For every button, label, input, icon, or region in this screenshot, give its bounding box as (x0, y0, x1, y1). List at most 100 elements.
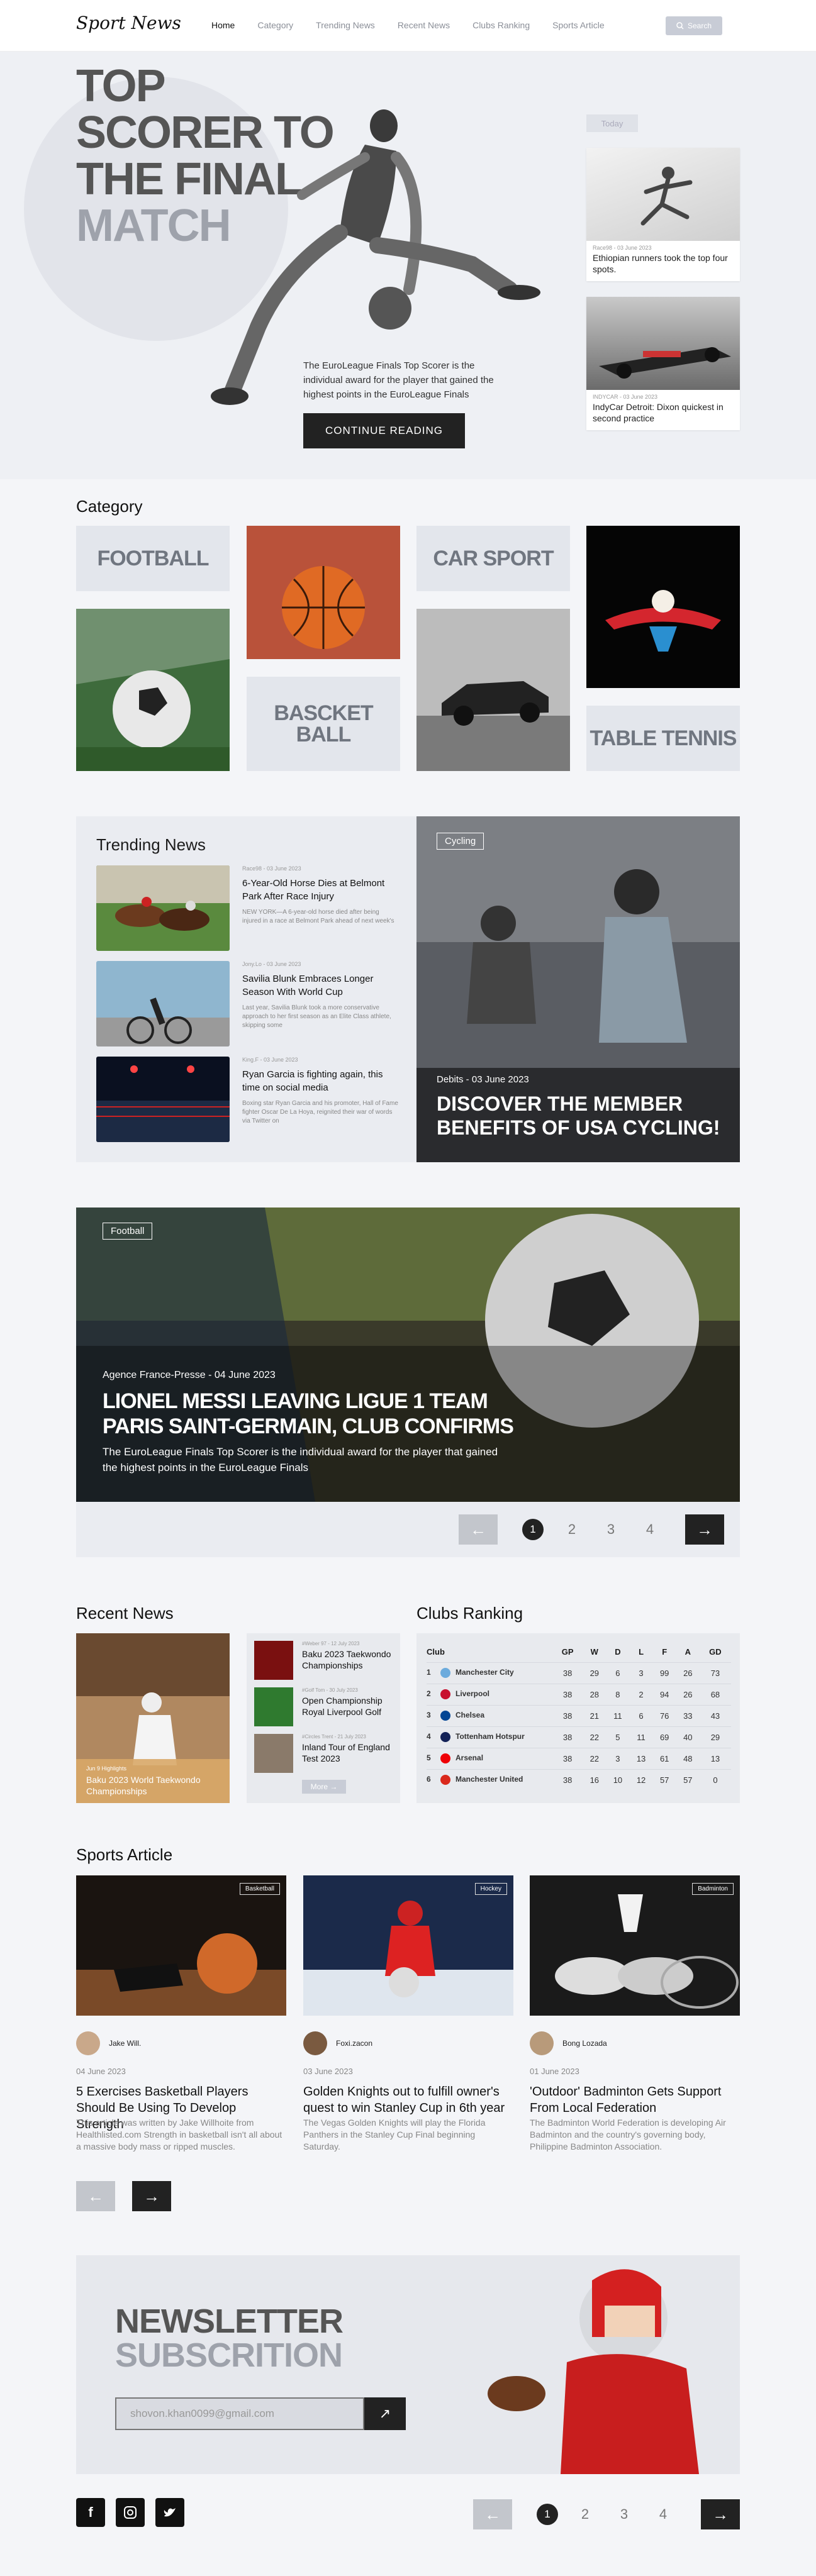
messi-feature-card[interactable]: Football Agence France-Presse - 04 June … (76, 1208, 740, 1502)
page-1[interactable]: 1 (522, 1519, 544, 1540)
club-crest-icon (440, 1732, 450, 1742)
instagram-icon[interactable] (116, 2498, 145, 2527)
basketball-image[interactable] (247, 526, 400, 659)
nav-link-trending[interactable]: Trending News (316, 20, 375, 30)
club-name: Manchester United (456, 1775, 523, 1784)
prev-arrow-button[interactable]: ← (459, 1514, 498, 1545)
club-stat: 99 (652, 1662, 676, 1684)
club-row[interactable]: 5 Arsenal 38 22 3 13 61 48 13 (427, 1747, 731, 1769)
footer-page-4[interactable]: 4 (652, 2504, 674, 2525)
footer-next-button[interactable]: → (701, 2499, 740, 2529)
club-crest-icon (440, 1711, 450, 1721)
facebook-icon[interactable]: f (76, 2498, 105, 2527)
article-desc: The Badminton World Federation is develo… (530, 2118, 726, 2151)
football-player-image (488, 2269, 699, 2474)
recent-big-card[interactable]: Jun 9 Highlights Baku 2023 World Taekwon… (76, 1633, 230, 1803)
cycling-tag: Cycling (437, 833, 484, 850)
club-stat: 38 (552, 1768, 583, 1790)
club-crest-icon (440, 1775, 450, 1785)
club-stat: 2 (629, 1683, 653, 1705)
nav-link-clubs[interactable]: Clubs Ranking (472, 20, 530, 30)
club-row[interactable]: 6 Manchester United 38 16 10 12 57 57 0 (427, 1768, 731, 1790)
club-crest-icon (440, 1689, 450, 1699)
club-stat: 0 (699, 1768, 731, 1790)
recent-item[interactable]: #Golf Tom - 30 July 2023 Open Championshi… (254, 1687, 398, 1728)
article-date: 03 June 2023 (303, 2067, 353, 2076)
side-news-card[interactable]: INDYCAR - 03 June 2023 IndyCar Detroit: … (586, 297, 740, 430)
subscribe-arrow-button[interactable]: ↗ (364, 2397, 406, 2430)
club-stat: 12 (629, 1768, 653, 1790)
author-avatar (303, 2031, 327, 2055)
article-date: 01 June 2023 (530, 2067, 579, 2076)
trending-item[interactable]: King.F - 03 June 2023 Ryan Garcia is fig… (96, 1057, 405, 1145)
next-arrow-button[interactable]: → (685, 1514, 724, 1545)
recent-thumb (254, 1687, 293, 1726)
category-basketball[interactable]: BASCKET BALL (247, 677, 400, 771)
col-w: W (590, 1647, 598, 1657)
boxing-ring-image (96, 1057, 230, 1142)
footer-page-1[interactable]: 1 (537, 2504, 558, 2525)
page-4[interactable]: 4 (639, 1519, 661, 1540)
club-stat: 11 (629, 1726, 653, 1748)
col-d: D (615, 1647, 621, 1657)
football-tag: Football (103, 1223, 153, 1240)
col-a: A (685, 1647, 691, 1657)
nav-link-home[interactable]: Home (211, 20, 235, 30)
more-button[interactable]: More → (302, 1780, 346, 1794)
twitter-icon[interactable] (155, 2498, 184, 2527)
club-row[interactable]: 2 Liverpool 38 28 8 2 94 26 68 (427, 1683, 731, 1705)
category-football[interactable]: FOOTBALL (76, 526, 230, 591)
club-row[interactable]: 3 Chelsea 38 21 11 6 76 33 43 (427, 1704, 731, 1726)
top-navbar: Sport News Home Category Trending News R… (0, 0, 816, 52)
table-tennis-image[interactable] (586, 526, 740, 688)
car-sport-image[interactable] (416, 609, 570, 771)
footer-prev-button[interactable]: ← (473, 2499, 512, 2529)
club-stat: 3 (629, 1662, 653, 1684)
nav-link-articles[interactable]: Sports Article (552, 20, 604, 30)
recent-thumb (254, 1734, 293, 1773)
logo[interactable]: Sport News (76, 13, 181, 33)
article-tag: Hockey (474, 1883, 507, 1895)
recent-item[interactable]: #Circles Trent - 21 July 2023 Inland Tour… (254, 1734, 398, 1774)
col-l: L (639, 1647, 644, 1657)
club-stat: 69 (652, 1726, 676, 1748)
email-input[interactable]: shovon.khan0099@gmail.com (115, 2397, 364, 2430)
footer-page-3[interactable]: 3 (613, 2504, 635, 2525)
recent-item[interactable]: #Weber 97 - 12 July 2023 Baku 2023 Taekwo… (254, 1641, 398, 1681)
newsletter-section: NEWSLETTER SUBSCRITION shovon.khan0099@gm… (76, 2255, 740, 2474)
continue-reading-button[interactable]: CONTINUE READING (303, 413, 465, 448)
search-button[interactable]: Search (666, 16, 722, 35)
cycling-race-image (96, 961, 230, 1046)
trending-item[interactable]: Race98 - 03 June 2023 6-Year-Old Horse D… (96, 865, 405, 953)
nav-links: Home Category Trending News Recent News … (211, 20, 605, 30)
nav-link-recent[interactable]: Recent News (398, 20, 450, 30)
cycling-feature-card[interactable]: Cycling Debits - 03 June 2023 DISCOVER T… (416, 816, 740, 1162)
articles-next-button[interactable]: → (132, 2181, 171, 2211)
article-date: 04 June 2023 (76, 2067, 126, 2076)
nav-link-category[interactable]: Category (257, 20, 293, 30)
club-stat: 57 (652, 1768, 676, 1790)
category-heading: Category (76, 497, 143, 516)
club-stat: 6 (629, 1704, 653, 1726)
club-stat: 21 (583, 1704, 606, 1726)
articles-prev-button[interactable]: ← (76, 2181, 115, 2211)
page-3[interactable]: 3 (600, 1519, 622, 1540)
club-name: Chelsea (456, 1711, 485, 1720)
trending-item[interactable]: Jony.Lo - 03 June 2023 Savilia Blunk Emb… (96, 961, 405, 1049)
football-image[interactable] (76, 609, 230, 771)
club-stat: 94 (652, 1683, 676, 1705)
feature-desc: The EuroLeague Finals Top Scorer is the … (103, 1446, 498, 1474)
club-row[interactable]: 1 Manchester City 38 29 6 3 99 26 73 (427, 1662, 731, 1684)
side-news-card[interactable]: Race98 - 03 June 2023 Ethiopian runners … (586, 148, 740, 281)
club-stat: 11 (606, 1704, 630, 1726)
page-2[interactable]: 2 (561, 1519, 583, 1540)
club-stat: 33 (676, 1704, 700, 1726)
horse-race-image (96, 865, 230, 951)
category-table-tennis[interactable]: TABLE TENNIS (586, 706, 740, 771)
col-club: Club (427, 1647, 445, 1657)
club-stat: 5 (606, 1726, 630, 1748)
clubs-heading: Clubs Ranking (416, 1604, 523, 1623)
category-car-sport[interactable]: CAR SPORT (416, 526, 570, 591)
club-row[interactable]: 4 Tottenham Hotspur 38 22 5 11 69 40 29 (427, 1726, 731, 1748)
footer-page-2[interactable]: 2 (574, 2504, 596, 2525)
